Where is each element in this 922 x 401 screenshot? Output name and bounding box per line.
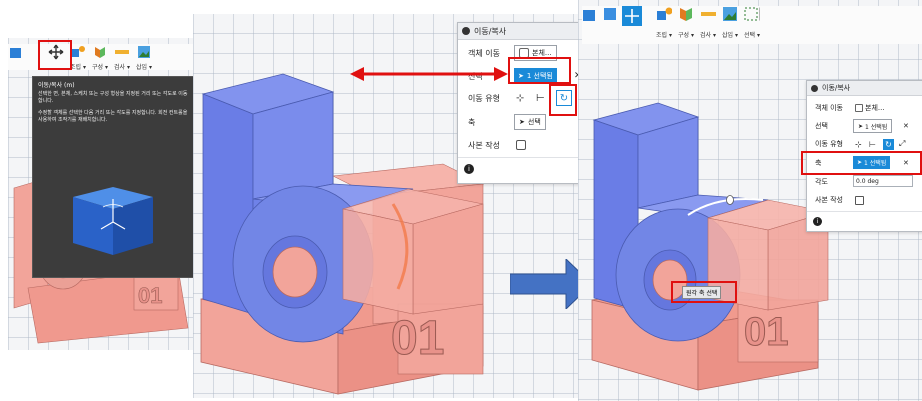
middle-panel-footer: i <box>458 157 591 182</box>
right-angle-input[interactable]: 0.0 deg <box>853 175 913 187</box>
right-info-icon[interactable]: i <box>813 217 822 226</box>
middle-panel-header: 이동/복사 <box>458 23 591 40</box>
right-free-move-icon[interactable]: ⊹ <box>855 140 862 149</box>
right-point-icon[interactable]: ⤢ <box>899 139 905 149</box>
right-label-select: 선택 <box>815 122 828 130</box>
middle-label-type: 이동 유형 <box>468 93 500 103</box>
middle-axis-select-button[interactable]: ➤ 선택 <box>514 114 546 130</box>
left-screenshot: 조립 ▾ 구성 ▾ 검사 ▾ 삽입 ▾ 01 이동/복사 (m) 선택한 면, … <box>8 38 196 350</box>
middle-label-object: 객체 이동 <box>468 48 500 58</box>
left-engraving: 01 <box>138 283 162 308</box>
middle-axis-value: 선택 <box>527 118 541 126</box>
translate-icon[interactable]: ⊢ <box>536 93 545 104</box>
right-cursor-icon: ➤ <box>858 122 864 130</box>
right-row-type: 이동 유형 ⊹ ⊢ ↻ ⤢ <box>807 137 922 151</box>
right-label-object: 객체 이동 <box>815 104 843 112</box>
right-panel-title: 이동/복사 <box>822 84 851 92</box>
right-row-select: 선택 ➤ 1 선택됨 ✕ <box>807 119 922 133</box>
right-collapse-icon[interactable] <box>811 84 818 92</box>
right-panel-footer: i <box>807 211 922 232</box>
right-angle-value: 0.0 deg <box>856 177 879 185</box>
middle-engraving: 01 <box>391 312 444 365</box>
collapse-icon[interactable] <box>462 27 470 35</box>
right-select-button[interactable]: ➤ 1 선택됨 <box>853 119 893 133</box>
right-row-object: 객체 이동 본체... <box>807 101 922 115</box>
right-row-copy: 사본 작성 <box>807 193 922 207</box>
middle-panel-title: 이동/복사 <box>474 26 507 36</box>
right-object-value[interactable]: 본체... <box>865 103 885 113</box>
tooltip-desc-2: 수정할 객체를 선택한 다음 거리 또는 각도를 지정합니다. 회전 컨트롤을 … <box>38 110 188 123</box>
info-icon[interactable]: i <box>464 164 474 174</box>
right-axis-hint-highlight <box>671 281 737 303</box>
middle-row-copy: 사본 작성 <box>458 137 591 153</box>
right-label-angle: 각도 <box>815 178 828 186</box>
right-clear-select-icon[interactable]: ✕ <box>903 122 909 130</box>
free-move-icon[interactable]: ⊹ <box>516 93 524 104</box>
right-row-angle: 각도 0.0 deg <box>807 175 922 189</box>
tooltip-desc-1: 선택한 면, 본체, 스케치 또는 구성 형상을 지정된 거리 또는 각도로 이… <box>38 91 188 104</box>
middle-copy-checkbox[interactable] <box>516 140 526 150</box>
right-translate-icon[interactable]: ⊢ <box>869 140 876 149</box>
right-axis-row-highlight <box>801 151 922 175</box>
left-move-tool-highlight <box>38 40 72 70</box>
tooltip-cube-illustration <box>73 187 153 255</box>
middle-rotate-highlight <box>549 84 577 116</box>
tooltip-title: 이동/복사 (m) <box>38 82 75 89</box>
middle-select-highlight <box>508 57 571 84</box>
move-copy-tooltip: 이동/복사 (m) 선택한 면, 본체, 스케치 또는 구성 형상을 지정된 거… <box>32 76 194 278</box>
middle-label-axis: 축 <box>468 117 476 127</box>
middle-label-select: 선택 <box>468 71 483 81</box>
right-engraving: 01 <box>744 310 789 354</box>
right-panel-header: 이동/복사 <box>807 81 922 96</box>
right-rotate-icon[interactable]: ↻ <box>883 138 894 150</box>
middle-label-copy: 사본 작성 <box>468 140 500 150</box>
right-label-type: 이동 유형 <box>815 140 843 148</box>
right-copy-checkbox[interactable] <box>855 195 864 205</box>
right-label-copy: 사본 작성 <box>815 196 843 204</box>
right-select-value: 1 선택됨 <box>865 123 888 131</box>
axis-cursor-icon: ➤ <box>519 118 525 126</box>
right-body-icon <box>855 104 863 112</box>
